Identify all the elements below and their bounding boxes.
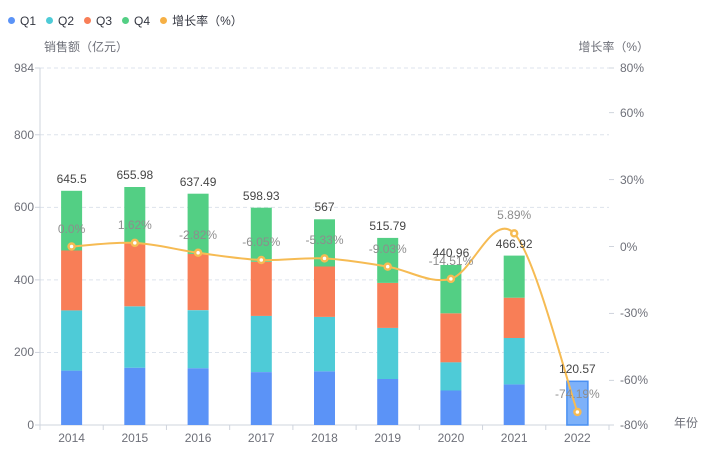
bar-segment-q3-2020[interactable]	[440, 313, 462, 363]
bar-segment-q1-2015[interactable]	[124, 367, 146, 425]
bar-segment-q2-2017[interactable]	[250, 315, 272, 372]
plot-area	[35, 67, 614, 430]
bar-segment-q2-2016[interactable]	[187, 310, 209, 369]
line-point-2016[interactable]	[193, 248, 203, 258]
bar-segment-q1-2021[interactable]	[503, 384, 525, 425]
bar-segment-q4-2019[interactable]	[377, 237, 399, 283]
line-point-2022[interactable]	[573, 407, 582, 417]
bar-segment-q4-2014[interactable]	[61, 190, 83, 251]
line-point-2014[interactable]	[67, 242, 76, 251]
bar-segment-q4-2015[interactable]	[124, 187, 146, 244]
bar-segment-q2-2014[interactable]	[61, 310, 83, 371]
bar-segment-q3-2015[interactable]	[124, 243, 146, 307]
line-point-2017[interactable]	[257, 255, 266, 265]
bar-segment-q2-2019[interactable]	[377, 327, 399, 379]
bar-segment-q1-2017[interactable]	[250, 372, 272, 425]
bar-segment-q3-2018[interactable]	[314, 266, 335, 317]
chart-container: Q1 Q2 Q3 Q4 增长率（%） 销售额（亿元） 增长率（%） 年份 0 200 400…	[0, 0, 711, 449]
bar-segment-q3-2016[interactable]	[187, 253, 209, 311]
bar-segment-q2-2020[interactable]	[440, 362, 462, 391]
line-point-2021[interactable]	[509, 229, 519, 238]
bar-segment-q4-2021[interactable]	[503, 255, 525, 298]
line-point-2015[interactable]	[130, 238, 140, 248]
bar-segment-q1-2014[interactable]	[61, 370, 83, 425]
line-point-2020[interactable]	[446, 274, 456, 284]
bar-segment-q3-2017[interactable]	[250, 261, 272, 316]
bar-segment-q2-2015[interactable]	[124, 306, 146, 368]
bar-segment-q1-2019[interactable]	[377, 379, 399, 425]
bar-segment-q4-2017[interactable]	[250, 207, 272, 262]
bar-segment-q4-2020[interactable]	[440, 265, 462, 314]
bar-segment-q4-2016[interactable]	[187, 193, 209, 254]
line-point-2018[interactable]	[320, 254, 329, 263]
bar-segment-q2-2018[interactable]	[314, 316, 335, 372]
bar-segment-q3-2014[interactable]	[61, 250, 83, 311]
bar-segment-q3-2021[interactable]	[503, 297, 525, 338]
bar-segment-q1-2020[interactable]	[440, 390, 462, 426]
bar-segment-q3-2019[interactable]	[377, 282, 399, 328]
bar-segment-q2-2021[interactable]	[503, 338, 525, 385]
bar-segment-q1-2018[interactable]	[314, 371, 335, 425]
bar-segment-q1-2016[interactable]	[187, 368, 209, 425]
line-point-2019[interactable]	[383, 262, 392, 271]
